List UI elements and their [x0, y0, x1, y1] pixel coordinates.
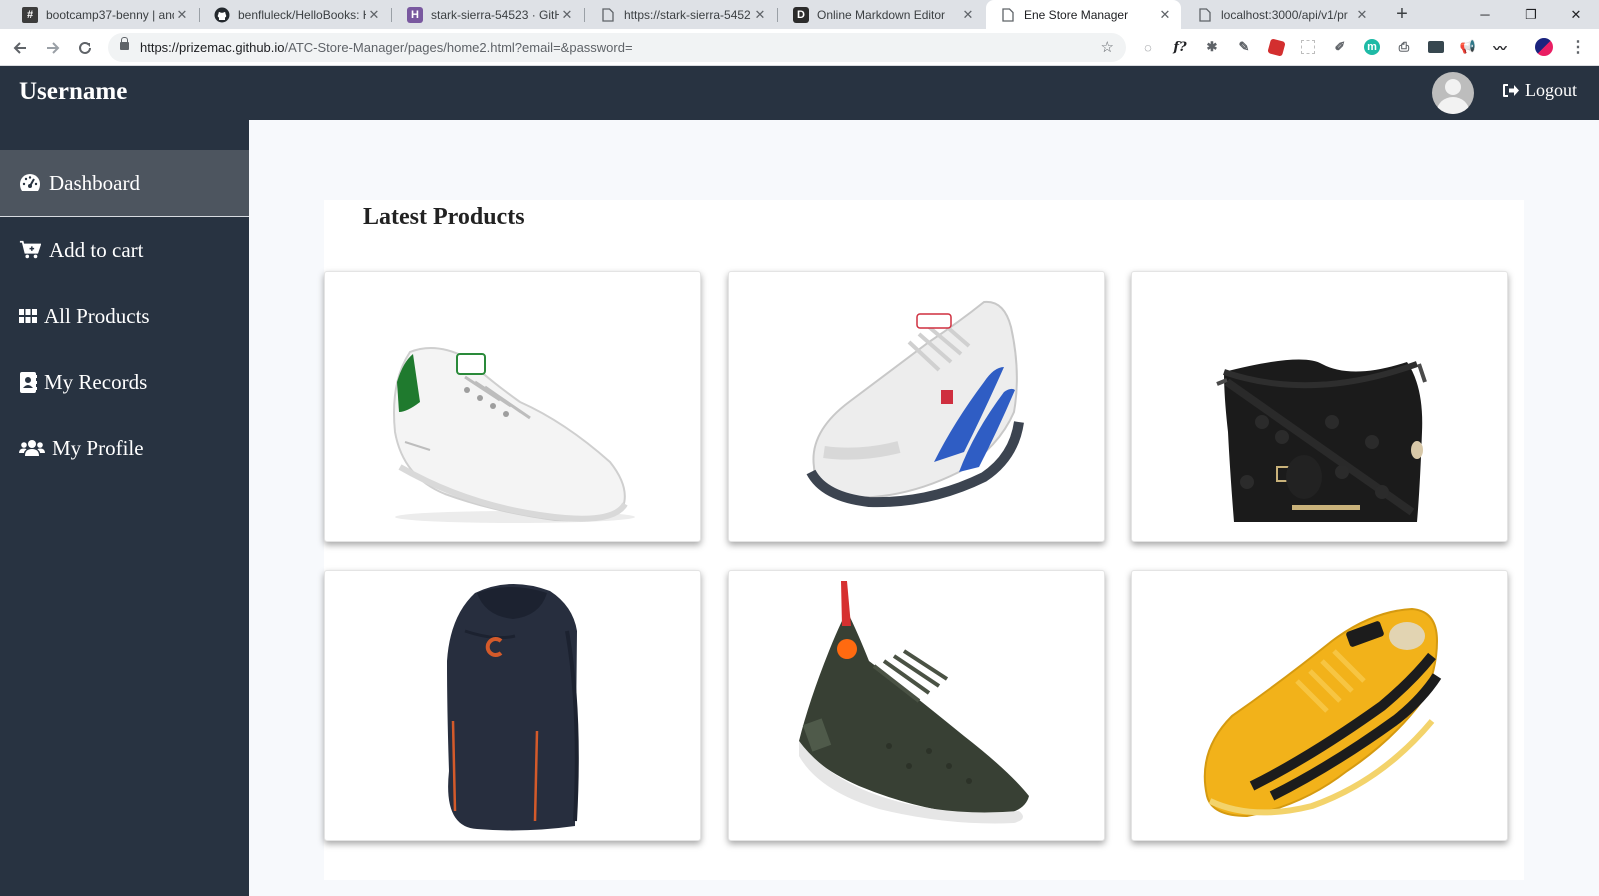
section-title: Latest Products	[363, 204, 525, 230]
browser-tab[interactable]: localhost:3000/api/v1/pr ✕	[1183, 0, 1378, 29]
close-window-icon[interactable]: ✕	[1553, 0, 1599, 29]
extension-fx-icon[interactable]: f?	[1171, 38, 1189, 56]
close-tab-icon[interactable]: ✕	[1354, 7, 1370, 23]
dashboard-gauge-icon	[19, 172, 41, 194]
avatar-head-shape	[1445, 79, 1461, 95]
extension-grid-icon[interactable]	[1299, 38, 1317, 56]
latest-products-panel: Latest Products	[324, 200, 1524, 880]
lock-icon	[120, 37, 129, 50]
users-icon	[19, 437, 45, 459]
black-croc-crossbody-bag-image	[1216, 359, 1427, 522]
browser-menu-icon[interactable]: ⋮	[1569, 38, 1587, 56]
extension-wave-icon[interactable]: 〰	[1491, 38, 1509, 56]
sidebar-item-label: Dashboard	[49, 170, 140, 195]
extension-m-icon[interactable]: m	[1363, 38, 1381, 56]
sidebar-item-label: Add to cart	[49, 237, 144, 262]
sidebar-item-my-records[interactable]: My Records	[0, 349, 249, 415]
browser-tab[interactable]: H stark-sierra-54523 · GitH ✕	[393, 0, 583, 29]
close-tab-icon[interactable]: ✕	[960, 7, 976, 23]
extension-circle-icon[interactable]: ◌	[1139, 38, 1157, 56]
grey-blue-runner-sneaker-image	[806, 300, 1024, 508]
page-icon	[1000, 7, 1016, 23]
minimize-window-icon[interactable]: ─	[1462, 0, 1508, 29]
logout-button[interactable]: Logout	[1502, 80, 1577, 101]
main-content: Latest Products	[249, 120, 1599, 896]
dillinger-icon: D	[793, 6, 809, 23]
product-card[interactable]	[1131, 271, 1508, 542]
tab-separator	[391, 8, 392, 22]
page-icon	[1197, 7, 1213, 23]
github-icon	[214, 7, 230, 23]
restore-window-icon[interactable]: ❐	[1508, 0, 1554, 29]
bookmark-star-icon[interactable]: ☆	[1101, 38, 1114, 56]
extension-red-icon[interactable]	[1266, 37, 1286, 57]
back-arrow-icon[interactable]	[7, 35, 33, 61]
new-tab-button[interactable]: +	[1388, 0, 1416, 29]
white-green-sneaker-image	[393, 347, 635, 523]
extension-megaphone-icon[interactable]: 📢	[1459, 38, 1477, 56]
reload-icon[interactable]	[72, 35, 98, 61]
browser-tab[interactable]: https://stark-sierra-5452 ✕	[586, 0, 776, 29]
page-icon	[600, 7, 616, 23]
extension-bug-icon[interactable]: ✱	[1203, 38, 1221, 56]
close-tab-icon[interactable]: ✕	[174, 7, 190, 23]
product-card[interactable]	[728, 271, 1105, 542]
olive-knit-sneaker-image	[799, 581, 1029, 824]
close-tab-icon[interactable]: ✕	[1157, 7, 1173, 23]
extension-pen-icon[interactable]: ✐	[1331, 38, 1349, 56]
tab-separator	[777, 8, 778, 22]
browser-tab[interactable]: D Online Markdown Editor ✕	[779, 0, 984, 29]
address-book-icon	[19, 371, 37, 393]
sidebar-item-add-to-cart[interactable]: Add to cart	[0, 217, 249, 283]
sidebar-item-label: My Records	[44, 369, 148, 394]
product-card[interactable]	[728, 570, 1105, 841]
browser-tab[interactable]: benfluleck/HelloBooks: H ✕	[200, 0, 390, 29]
address-bar[interactable]: https://prizemac.github.io/ATC-Store-Man…	[108, 33, 1126, 62]
sidebar-item-all-products[interactable]: All Products	[0, 283, 249, 349]
slack-hash-icon: #	[22, 6, 38, 23]
product-card[interactable]	[324, 271, 701, 542]
close-tab-icon[interactable]: ✕	[559, 7, 575, 23]
sidebar-item-dashboard[interactable]: Dashboard	[0, 150, 249, 217]
sidebar-item-label: All Products	[44, 303, 150, 328]
browser-tab[interactable]: # bootcamp37-benny | and ✕	[8, 0, 198, 29]
sidebar-item-label: My Profile	[52, 435, 144, 460]
forward-arrow-icon[interactable]	[40, 35, 66, 61]
close-tab-icon[interactable]: ✕	[366, 7, 382, 23]
browser-toolbar: https://prizemac.github.io/ATC-Store-Man…	[0, 29, 1599, 66]
product-card[interactable]	[324, 570, 701, 841]
browser-tab-active[interactable]: Ene Store Manager ✕	[986, 0, 1181, 29]
grid-icon	[19, 305, 37, 327]
product-card[interactable]	[1131, 570, 1508, 841]
yellow-black-sneaker-image	[1203, 607, 1442, 818]
extension-printer-icon[interactable]: ⎙	[1395, 38, 1413, 56]
sidebar: Dashboard Add to cart All Products My Re…	[0, 120, 249, 896]
navy-hooded-vest-image	[447, 583, 579, 831]
tab-separator	[584, 8, 585, 22]
profile-avatar-icon[interactable]	[1535, 38, 1553, 56]
sidebar-item-my-profile[interactable]: My Profile	[0, 415, 249, 481]
close-tab-icon[interactable]: ✕	[752, 7, 768, 23]
app-header: Username Logout	[0, 66, 1599, 120]
url-text[interactable]: https://prizemac.github.io/ATC-Store-Man…	[140, 40, 633, 55]
browser-tabstrip: # bootcamp37-benny | and ✕ benfluleck/He…	[0, 0, 1599, 29]
user-avatar[interactable]	[1432, 72, 1474, 114]
heroku-icon: H	[407, 6, 423, 23]
sign-out-icon	[1503, 84, 1519, 97]
brand-username[interactable]: Username	[19, 78, 127, 106]
cart-plus-icon	[19, 239, 41, 261]
extension-eyedropper-icon[interactable]: ✎	[1235, 38, 1253, 56]
extension-keyboard-icon[interactable]	[1427, 38, 1445, 56]
avatar-body-shape	[1437, 97, 1469, 114]
logout-label: Logout	[1525, 80, 1577, 100]
